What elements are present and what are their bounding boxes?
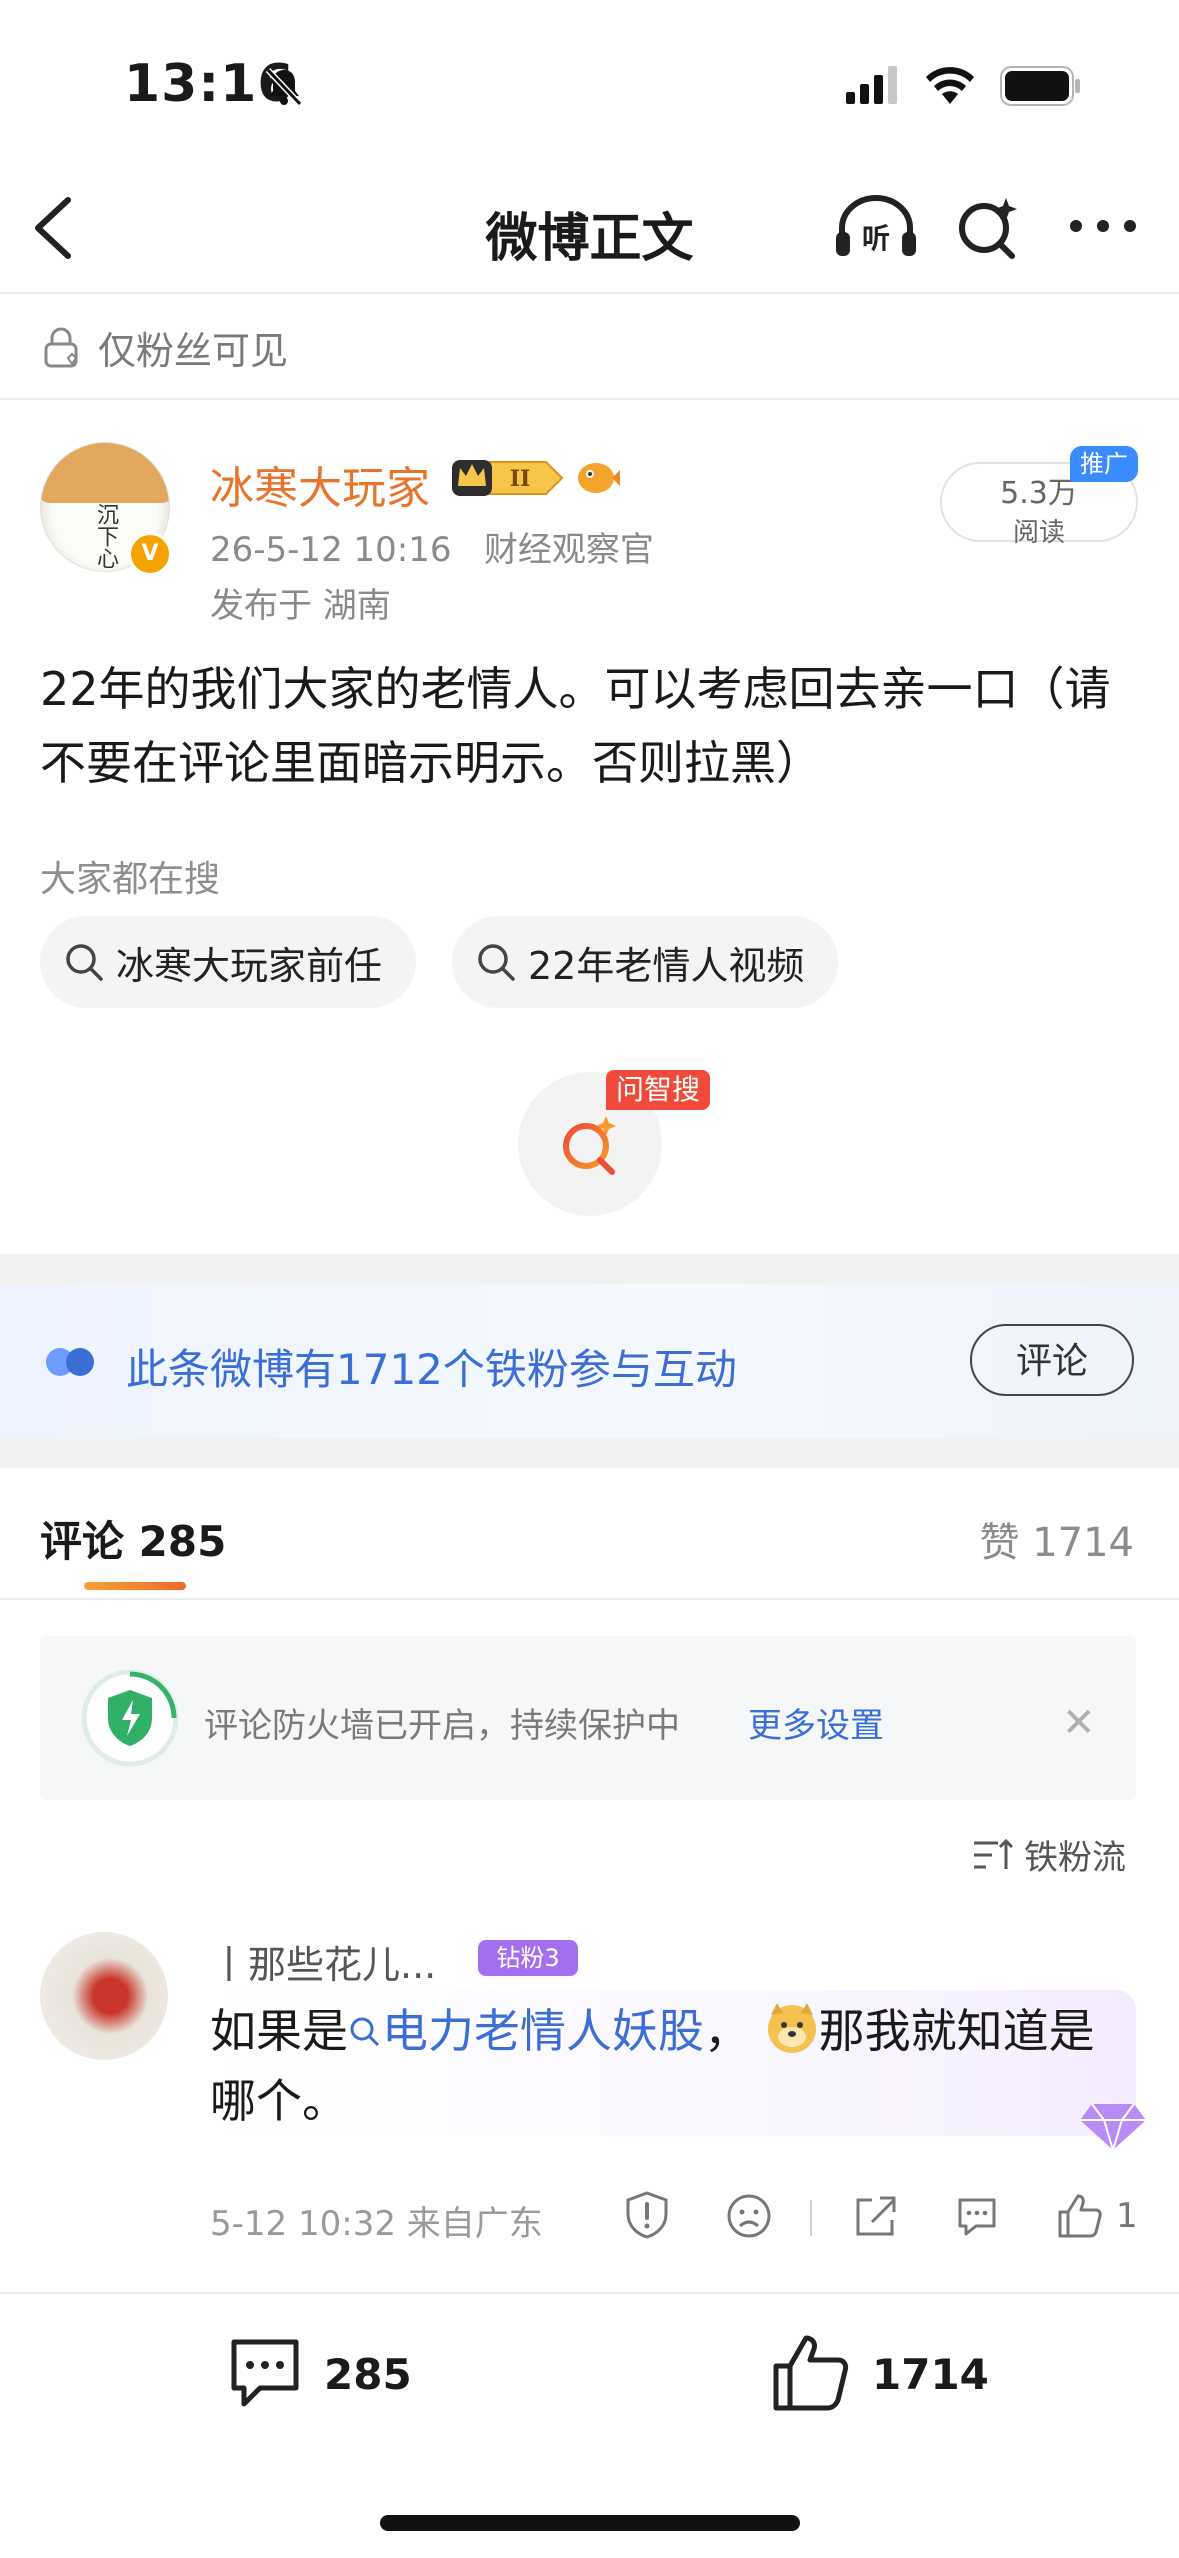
post-source: 财经观察官 xyxy=(483,530,654,570)
post-location: 发布于 湖南 xyxy=(210,586,391,626)
author-name[interactable]: 冰寒大玩家 xyxy=(210,452,430,516)
search-icon xyxy=(350,2017,380,2047)
post-date: 26-5-12 10:16 xyxy=(210,530,452,570)
bottom-like-count[interactable]: 1714 xyxy=(872,2350,989,2399)
post-meta: 26-5-12 10:16 财经观察官 xyxy=(210,522,654,571)
hot-search-chip-label: 冰寒大玩家前任 xyxy=(116,943,383,988)
author-avatar[interactable]: 沉下心 V xyxy=(40,420,172,576)
ai-search-icon[interactable] xyxy=(954,194,1020,260)
comment-time-location: 5-12 10:32 来自广东 xyxy=(210,2204,543,2244)
dislike-face-icon[interactable] xyxy=(726,2190,772,2240)
bottom-comment-count[interactable]: 285 xyxy=(324,2350,412,2399)
avatar-calligraphy: 沉下心 xyxy=(93,503,118,569)
thumbs-up-icon[interactable] xyxy=(772,2332,850,2412)
svg-text:II: II xyxy=(510,466,531,492)
hot-search-chip[interactable]: 22年老情人视频 xyxy=(452,916,839,1008)
banner-comment-button[interactable]: 评论 xyxy=(970,1324,1134,1396)
share-icon[interactable] xyxy=(852,2190,898,2240)
doge-emoji-icon xyxy=(767,2003,816,2053)
battery-icon xyxy=(1000,66,1080,106)
visibility-row: 仅粉丝可见 xyxy=(40,320,288,375)
svg-text:听: 听 xyxy=(862,222,890,255)
fish-badge-icon xyxy=(578,463,620,493)
fan-level-badge: 钻粉3 xyxy=(478,1940,578,1976)
tab-comments[interactable]: 评论 285 xyxy=(40,1508,226,1569)
close-icon[interactable]: ✕ xyxy=(1062,1700,1096,1746)
diamond-fan-icon xyxy=(1080,2103,1146,2154)
mute-bell-icon xyxy=(265,67,303,107)
commenter-name[interactable]: 丨那些花儿... xyxy=(210,1934,436,1989)
nav-divider xyxy=(0,292,1179,294)
comment-text-part: 如果是 xyxy=(210,2004,348,2058)
report-icon[interactable] xyxy=(624,2190,670,2240)
home-indicator xyxy=(380,2515,800,2531)
like-icon[interactable] xyxy=(1056,2190,1102,2240)
fan-level-label: 钻粉3 xyxy=(496,1944,560,1972)
fans-banner-text: 此条微博有1712个铁粉参与互动 xyxy=(126,1345,737,1394)
search-icon xyxy=(478,944,515,981)
comment-text-part: ， xyxy=(704,2004,750,2058)
ai-search-logo-icon xyxy=(563,1116,616,1175)
hot-search-chip-label: 22年老情人视频 xyxy=(528,943,805,988)
comment-topic-label: 电力老情人妖股 xyxy=(382,2004,704,2058)
crown-level-badge-icon: II xyxy=(452,460,564,496)
verified-badge-icon: V xyxy=(128,532,172,576)
firewall-text: 评论防火墙已开启，持续保护中 xyxy=(204,1706,680,1746)
ai-search-tag: 问智搜 xyxy=(606,1070,711,1110)
post-body: 22年的我们大家的老情人。可以考虑回去亲一口（请不要在评论里面暗示明示。否则拉黑… xyxy=(40,662,1111,790)
fans-icon xyxy=(46,1348,94,1376)
tab-active-indicator xyxy=(84,1582,186,1590)
more-options-icon[interactable] xyxy=(1068,218,1138,234)
sort-label: 铁粉流 xyxy=(1024,1838,1126,1878)
promo-tag: 推广 xyxy=(1070,446,1138,482)
firewall-settings-link[interactable]: 更多设置 xyxy=(748,1698,884,1747)
commenter-avatar[interactable] xyxy=(40,1932,168,2060)
sort-toggle[interactable]: 铁粉流 xyxy=(972,1830,1126,1879)
tab-likes[interactable]: 赞 1714 xyxy=(979,1510,1134,1568)
listen-headphones-icon[interactable]: 听 xyxy=(834,194,918,260)
read-label: 阅读 xyxy=(1012,518,1065,548)
visibility-label: 仅粉丝可见 xyxy=(98,329,289,373)
visibility-divider xyxy=(0,398,1179,400)
shield-icon xyxy=(81,1669,179,1767)
comment-topic-link[interactable]: 电力老情人妖股 xyxy=(348,2004,704,2058)
comment-text: 如果是 电力老情人妖股， 那我就知道是哪个。 xyxy=(210,1996,1120,2136)
hot-search-title: 大家都在搜 xyxy=(40,859,221,900)
comment-like-count: 1 xyxy=(1116,2196,1138,2236)
reply-icon[interactable] xyxy=(954,2190,1000,2240)
lock-icon xyxy=(44,327,78,367)
wifi-icon xyxy=(926,67,974,104)
tabs-divider xyxy=(0,1598,1179,1600)
section-separator xyxy=(0,1254,1179,1284)
section-separator xyxy=(0,1438,1179,1468)
comment-icon[interactable] xyxy=(226,2336,304,2412)
search-icon xyxy=(66,944,103,981)
sort-icon xyxy=(974,1838,1014,1869)
action-separator xyxy=(810,2200,812,2236)
cellular-signal-icon xyxy=(846,66,897,104)
hot-search-chip[interactable]: 冰寒大玩家前任 xyxy=(40,916,417,1008)
